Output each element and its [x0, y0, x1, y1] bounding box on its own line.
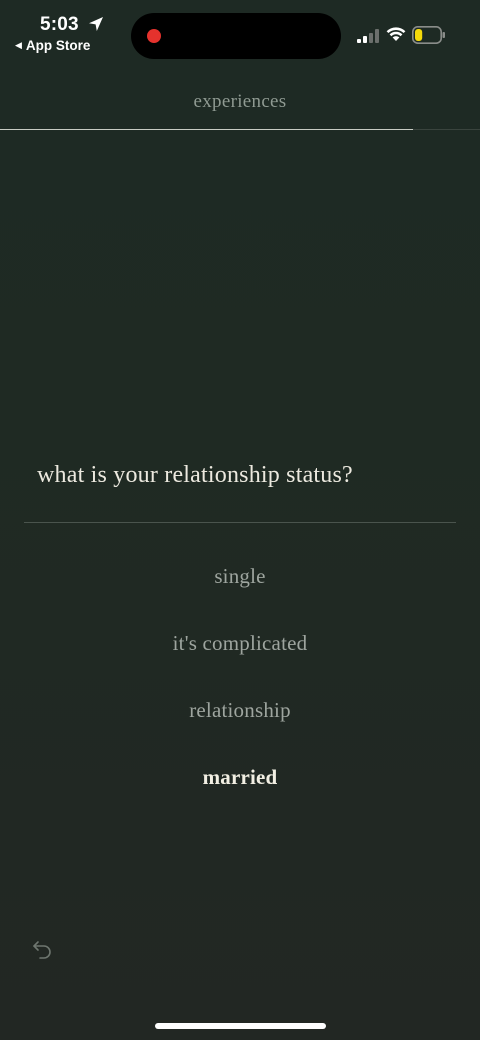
status-bar: 5:03 ◀ App Store — [0, 0, 480, 70]
progress-track — [0, 129, 480, 130]
dynamic-island — [131, 13, 341, 59]
answer-options: single it's complicated relationship mar… — [0, 560, 480, 828]
back-triangle-icon: ◀ — [15, 40, 22, 50]
option-relationship[interactable]: relationship — [0, 694, 480, 761]
option-its-complicated[interactable]: it's complicated — [0, 627, 480, 694]
progress-fill — [0, 129, 413, 130]
home-indicator[interactable] — [155, 1023, 326, 1029]
recording-indicator-icon — [147, 29, 161, 43]
status-time: 5:03 — [40, 14, 79, 35]
battery-level-fill — [415, 29, 423, 41]
section-title: experiences — [193, 91, 287, 112]
location-arrow-icon — [89, 17, 103, 31]
back-app-label: App Store — [25, 38, 91, 53]
battery-icon — [412, 26, 445, 44]
divider — [24, 522, 456, 523]
wifi-icon — [386, 27, 406, 41]
cellular-signal-icon — [357, 29, 379, 43]
question-text: what is your relationship status? — [37, 462, 353, 488]
option-married[interactable]: married — [0, 761, 480, 828]
undo-icon[interactable] — [31, 938, 53, 960]
option-single[interactable]: single — [0, 560, 480, 627]
screen: 5:03 ◀ App Store experiences what is you… — [0, 0, 480, 1040]
back-to-app-store-link[interactable]: ◀ App Store — [15, 38, 90, 53]
